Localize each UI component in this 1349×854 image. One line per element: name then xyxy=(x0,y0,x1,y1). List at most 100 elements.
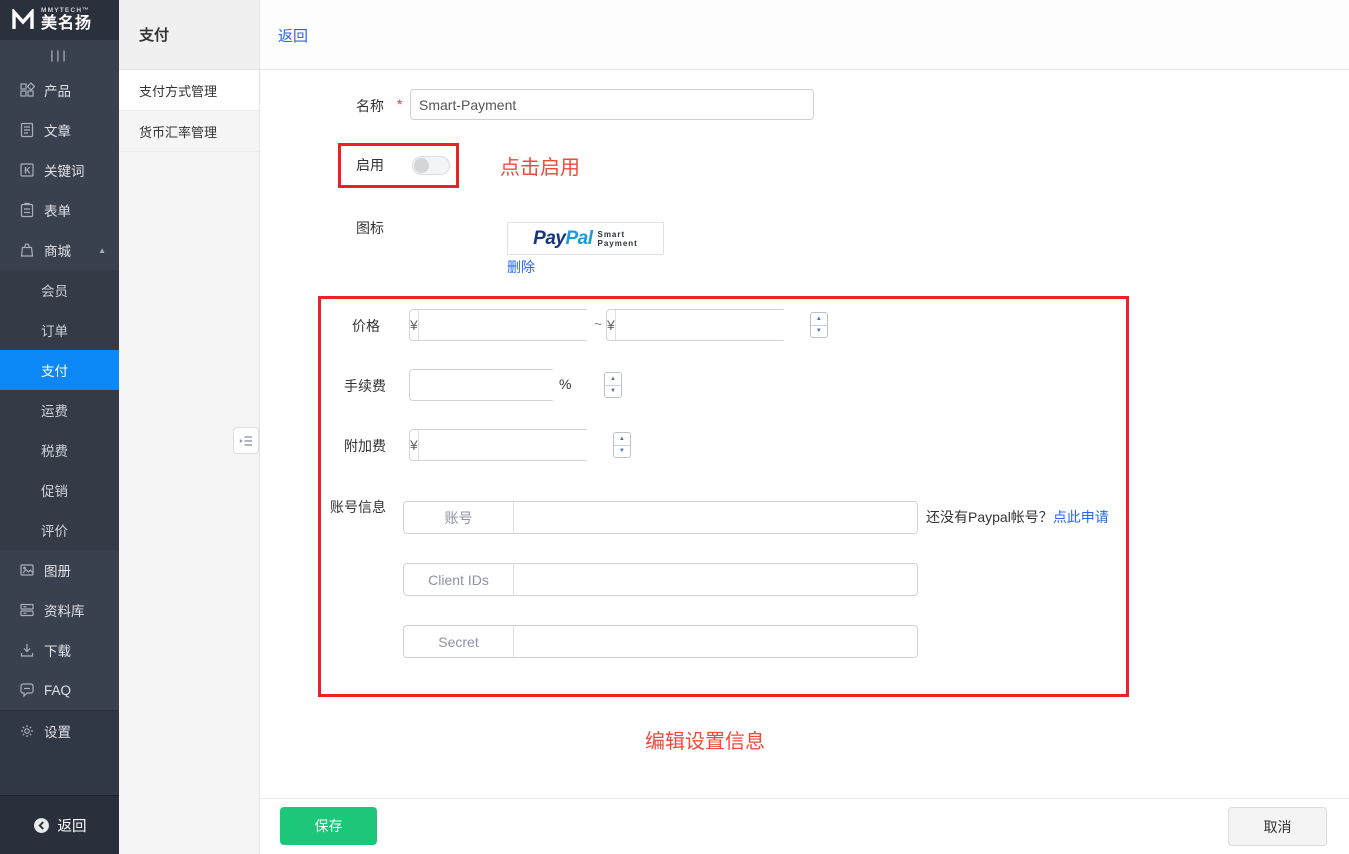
sidebar-item-promotion[interactable]: 促销 xyxy=(0,470,119,510)
sidebar-item-label: 设置 xyxy=(44,721,71,741)
enable-toggle[interactable] xyxy=(412,156,450,175)
sidebar-back-button[interactable]: 返回 xyxy=(0,795,119,854)
fee-group: ▲▼ xyxy=(409,369,555,401)
form-icon xyxy=(19,202,35,218)
number-spinner[interactable]: ▲▼ xyxy=(613,432,631,458)
panel-collapse-button[interactable] xyxy=(233,427,259,454)
fee-input[interactable] xyxy=(410,370,625,400)
account-group: 账号 xyxy=(403,501,918,534)
paypal-pay-text: Pay xyxy=(533,228,565,249)
surcharge-input[interactable] xyxy=(419,430,634,460)
number-spinner[interactable]: ▲▼ xyxy=(604,372,622,398)
edit-tip-annotation: 编辑设置信息 xyxy=(645,725,765,754)
sidebar-collapse-toggle[interactable]: ||| xyxy=(0,40,119,70)
shopping-bag-icon xyxy=(19,242,35,258)
sidebar-item-label: FAQ xyxy=(44,683,71,698)
gear-icon xyxy=(19,723,35,739)
secondary-title: 支付 xyxy=(119,0,259,70)
sidebar-item-forms[interactable]: 表单 xyxy=(0,190,119,230)
brand-super-text: MMYTECH™ xyxy=(41,8,92,15)
price-min-group: ¥ ▲▼ xyxy=(409,309,589,341)
grid-icon xyxy=(19,82,35,98)
back-circle-icon xyxy=(33,817,50,834)
sidebar-item-downloads[interactable]: 下载 xyxy=(0,630,119,670)
sidebar-item-orders[interactable]: 订单 xyxy=(0,310,119,350)
sidebar-item-settings[interactable]: 设置 xyxy=(0,711,119,751)
sidebar-item-faq[interactable]: FAQ xyxy=(0,670,119,710)
sidebar-item-articles[interactable]: 文章 xyxy=(0,110,119,150)
chevron-up-icon: ▲ xyxy=(98,246,106,255)
paypal-sub-line2: Payment xyxy=(597,239,637,248)
client-ids-group: Client IDs xyxy=(403,563,918,596)
sidebar-item-shipping[interactable]: 运费 xyxy=(0,390,119,430)
sidebar-item-members[interactable]: 会员 xyxy=(0,270,119,310)
account-info-label: 账号信息 xyxy=(330,497,386,517)
spinner-down-icon[interactable]: ▼ xyxy=(605,386,621,398)
primary-sidebar: MMYTECH™ 美名扬 ||| 产品 文章 xyxy=(0,0,119,854)
sidebar-item-mall[interactable]: 商城 ▲ xyxy=(0,230,119,270)
spinner-up-icon[interactable]: ▲ xyxy=(811,313,827,326)
sidebar-item-gallery[interactable]: 图册 xyxy=(0,550,119,590)
currency-symbol: ¥ xyxy=(410,430,419,460)
sidebar-item-library[interactable]: 资料库 xyxy=(0,590,119,630)
account-note-text: 还没有Paypal帐号？ xyxy=(926,509,1053,525)
topbar: 返回 xyxy=(260,0,1349,70)
range-separator: ~ xyxy=(594,316,602,332)
name-input[interactable] xyxy=(410,89,814,120)
back-link[interactable]: 返回 xyxy=(278,25,308,46)
paypal-logo: PayPal Smart Payment xyxy=(507,222,664,255)
sidebar-item-label: 图册 xyxy=(44,560,71,580)
required-asterisk: * xyxy=(397,96,402,112)
enable-tip-annotation: 点击启用 xyxy=(500,151,580,180)
fee-label: 手续费 xyxy=(344,376,386,396)
page: MMYTECH™ 美名扬 ||| 产品 文章 xyxy=(0,0,1349,854)
menu-item-payment-methods[interactable]: 支付方式管理 xyxy=(119,70,259,111)
enable-label: 启用 xyxy=(356,155,384,175)
spinner-down-icon[interactable]: ▼ xyxy=(811,326,827,338)
percent-suffix: % xyxy=(559,376,571,392)
library-icon xyxy=(19,602,35,618)
sidebar-item-products[interactable]: 产品 xyxy=(0,70,119,110)
spinner-down-icon[interactable]: ▼ xyxy=(614,446,630,458)
spinner-up-icon[interactable]: ▲ xyxy=(605,373,621,386)
svg-text:K: K xyxy=(24,166,31,176)
mall-submenu: 会员 订单 支付 运费 税费 促销 评价 xyxy=(0,270,119,550)
sidebar-item-payment[interactable]: 支付 xyxy=(0,350,119,390)
indent-left-icon xyxy=(239,435,253,447)
delete-icon-link[interactable]: 删除 xyxy=(507,257,535,277)
sidebar-item-reviews[interactable]: 评价 xyxy=(0,510,119,550)
menu-item-currency-rates[interactable]: 货币汇率管理 xyxy=(119,111,259,152)
secondary-sidebar: 支付 支付方式管理 货币汇率管理 xyxy=(119,0,260,854)
settings-section: 设置 xyxy=(0,710,119,795)
sidebar-item-tax[interactable]: 税费 xyxy=(0,430,119,470)
client-ids-addon-label: Client IDs xyxy=(404,564,514,595)
main-content: 返回 名称 * 启用 点击启用 图标 PayPal Smart Payment … xyxy=(260,0,1349,854)
apply-paypal-link[interactable]: 点此申请 xyxy=(1053,509,1109,525)
sidebar-item-label: 资料库 xyxy=(44,600,85,620)
icon-label: 图标 xyxy=(356,218,384,238)
save-button[interactable]: 保存 xyxy=(280,807,377,845)
article-icon xyxy=(19,122,35,138)
surcharge-label: 附加费 xyxy=(344,436,386,456)
footer-bar: 保存 取消 xyxy=(260,798,1349,854)
sidebar-item-label: 商城 xyxy=(44,240,71,260)
price-max-group: ¥ ▲▼ xyxy=(606,309,786,341)
client-ids-input[interactable] xyxy=(514,564,917,595)
secret-input[interactable] xyxy=(514,626,917,657)
number-spinner[interactable]: ▲▼ xyxy=(810,312,828,338)
price-max-input[interactable] xyxy=(616,310,831,340)
paypal-sub-line1: Smart xyxy=(597,230,625,239)
account-input[interactable] xyxy=(514,502,917,533)
logo-m-icon xyxy=(11,9,35,31)
cancel-button[interactable]: 取消 xyxy=(1228,807,1327,846)
paypal-pal-text: Pal xyxy=(565,228,592,249)
currency-symbol: ¥ xyxy=(607,310,616,340)
sidebar-item-keywords[interactable]: K 关键词 xyxy=(0,150,119,190)
currency-symbol: ¥ xyxy=(410,310,419,340)
sidebar-back-label: 返回 xyxy=(58,815,87,836)
brand-logo: MMYTECH™ 美名扬 xyxy=(0,0,119,40)
spinner-up-icon[interactable]: ▲ xyxy=(614,433,630,446)
account-addon-label: 账号 xyxy=(404,502,514,533)
price-label: 价格 xyxy=(352,316,380,336)
sidebar-item-label: 表单 xyxy=(44,200,71,220)
